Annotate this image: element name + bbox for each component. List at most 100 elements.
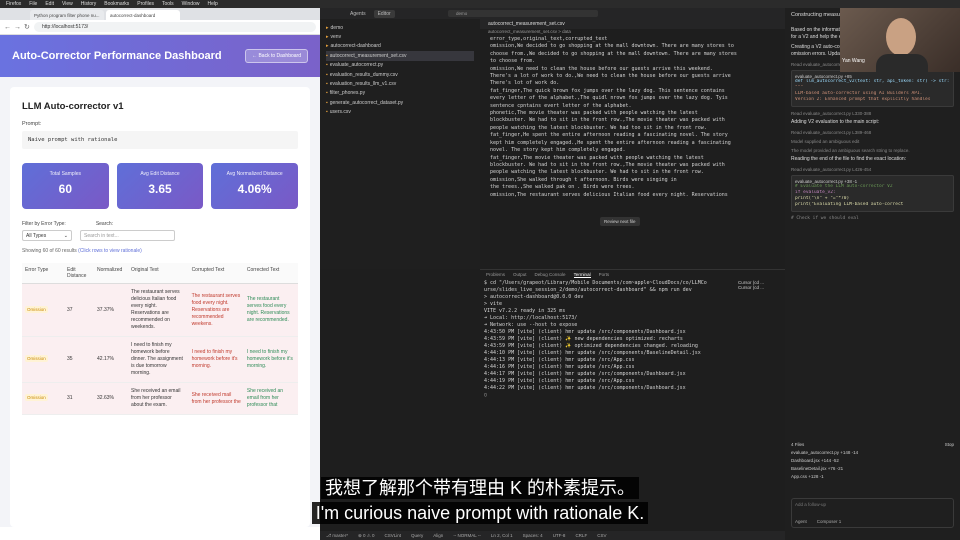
tab-agents[interactable]: Agents — [350, 11, 366, 17]
code-line: omission,She walked through t afternoon.… — [490, 176, 677, 183]
file-tree-item[interactable]: ▪ evaluate_autocorrect.py — [326, 61, 474, 70]
file-tree-item[interactable]: ▸ autocorrect-dashboard — [326, 42, 474, 51]
results-count-text: Showing 60 of 60 results — [22, 248, 77, 254]
tab-problems[interactable]: Problems — [486, 272, 505, 278]
file-tree-item[interactable]: ▪ filter_phones.py — [326, 89, 474, 98]
changed-file[interactable]: Dashboard.jsx +144 -52 — [791, 458, 954, 466]
file-tree-item[interactable]: ▪ users.csv — [326, 108, 474, 117]
file-name: venv — [330, 34, 342, 41]
stat-label: Avg Normalized Distance — [226, 171, 283, 177]
status-item[interactable]: Spaces: 4 — [523, 533, 543, 538]
status-item[interactable]: ⊗ 0 ⚠ 0 — [358, 533, 375, 539]
filter-row: All Types ⌄ Search in text... — [22, 230, 298, 241]
menu-item[interactable]: View — [62, 1, 73, 7]
code-diff-box[interactable]: evaluate_autocorrect.py +38 -1 # Evaluat… — [791, 175, 954, 212]
menu-item[interactable]: Edit — [45, 1, 54, 7]
back-arrow-icon[interactable]: ← — [4, 24, 11, 31]
agent-mode-select[interactable]: Agent — [795, 519, 807, 524]
col-error-type[interactable]: Error Type — [22, 263, 64, 284]
tab-debug-console[interactable]: Debug Console — [535, 272, 566, 278]
tab-output[interactable]: Output — [513, 272, 527, 278]
chat-message: Reading the end of the file to find the … — [791, 156, 907, 162]
file-icon: ▪ — [326, 71, 328, 78]
app-header: Auto-Corrector Performance Dashboard ← B… — [0, 35, 320, 77]
model-select[interactable]: Composer 1 — [817, 519, 842, 524]
code-tab[interactable]: autocorrect_measurement_set.csv — [480, 19, 785, 29]
tab-terminal[interactable]: Terminal — [573, 272, 591, 278]
menu-item[interactable]: Firefox — [6, 1, 21, 7]
status-item[interactable]: UTF-8 — [553, 533, 566, 538]
results-table: Error Type Edit Distance Normalized Orig… — [22, 263, 298, 415]
tool-read[interactable]: Read evaluate_autocorrect.py L389-468 — [791, 130, 954, 135]
forward-arrow-icon[interactable]: → — [14, 24, 21, 31]
file-explorer: ▸ demo ▸ venv ▸ autocorrect-dashboard ▪ autocor… — [320, 19, 480, 269]
review-next-file-button[interactable]: Review next file — [600, 217, 640, 226]
corrected-text: She received an email from her professor… — [243, 382, 298, 415]
error-type-badge: Omission — [25, 305, 48, 313]
status-item[interactable]: CSVLint — [385, 533, 402, 538]
command-search-input[interactable]: demo — [448, 10, 598, 17]
changed-file[interactable]: App.css +128 -1 — [791, 474, 954, 482]
file-tree-item[interactable]: ▸ venv — [326, 32, 474, 41]
reload-icon[interactable]: ↻ — [24, 23, 30, 31]
browser-window: Python program filter phone nu... autoco… — [0, 8, 320, 540]
table-row[interactable]: Omission 35 42.17% I need to finish my h… — [22, 336, 298, 383]
menu-item[interactable]: Profiles — [137, 1, 154, 7]
url-input[interactable]: http://localhost:5173/ — [34, 22, 316, 32]
file-name: evaluate_autocorrect.py — [329, 62, 384, 69]
file-tree-item[interactable]: ▪ generate_autocorrect_dataset.py — [326, 98, 474, 107]
panel-tabs: Problems Output Debug Console Terminal P… — [480, 270, 785, 280]
file-tree-item[interactable]: ▪ autocorrect_measurement_set.csv — [326, 51, 474, 61]
file-tree-item[interactable]: ▪ evaluation_results_dummy.csv — [326, 70, 474, 79]
status-item[interactable]: ⎇ master* — [326, 533, 348, 539]
tab-editor[interactable]: Editor — [373, 9, 395, 18]
status-item[interactable]: -- NORMAL -- — [453, 533, 481, 538]
code-line: choose from.,We decided to go shopping a… — [490, 50, 737, 57]
tool-read[interactable]: Read evaluate_autocorrect.py L330-388 — [791, 111, 954, 116]
prompt-label: Prompt: — [22, 121, 42, 127]
code-diff-box[interactable]: evaluate_autocorrect.py +85 def llm_auto… — [791, 70, 954, 107]
menu-item[interactable]: File — [29, 1, 37, 7]
terminal-line: 4:44:19 PM [vite] (client) hmr update /s… — [484, 378, 635, 384]
search-input[interactable]: Search in text... — [80, 230, 175, 241]
menu-item[interactable]: Help — [207, 1, 217, 7]
changed-file[interactable]: BaselineDetail.jsx +76 -21 — [791, 466, 954, 474]
back-to-dashboard-button[interactable]: ← Back to Dashboard — [245, 49, 308, 63]
status-item[interactable]: Align — [433, 533, 443, 538]
menu-item[interactable]: Window — [182, 1, 200, 7]
terminal-instance[interactable]: Cursor (cd ... — [738, 285, 764, 290]
browser-tab-active[interactable]: autocorrect-dashboard — [106, 10, 180, 20]
file-icon: ▪ — [326, 62, 328, 69]
col-edit-distance[interactable]: Edit Distance — [64, 263, 94, 284]
tool-read[interactable]: Read evaluate_autocorrect.py L426-454 — [791, 167, 954, 172]
code-line: kept him completely engaged.,He spent th… — [490, 139, 731, 146]
folder-icon: ▸ — [326, 34, 329, 41]
table-row[interactable]: Omission 31 32.63% She received an email… — [22, 382, 298, 415]
status-item[interactable]: Query — [411, 533, 423, 538]
status-item[interactable]: Ln 2, Col 1 — [491, 533, 513, 538]
status-item[interactable]: CSV — [597, 533, 606, 538]
file-tree-item[interactable]: ▪ evaluation_results_llm_v1.csv — [326, 79, 474, 88]
chat-input[interactable]: Add a follow-up Agent Composer 1 — [791, 498, 954, 528]
file-name: users.csv — [329, 109, 351, 116]
menu-item[interactable]: History — [81, 1, 97, 7]
menu-item[interactable]: Bookmarks — [104, 1, 129, 7]
tab-ports[interactable]: Ports — [599, 272, 610, 278]
menu-item[interactable]: Tools — [162, 1, 174, 7]
col-normalized[interactable]: Normalized — [94, 263, 128, 284]
folder-icon: ▸ — [326, 43, 329, 50]
code-line: There's a lot of work to do.,We need to … — [490, 73, 731, 80]
browser-tab[interactable]: Python program filter phone nu... — [30, 10, 104, 20]
code-lines[interactable]: error_type,original_text,corrupted_text o… — [480, 36, 785, 199]
stop-button[interactable]: Stop — [945, 442, 954, 450]
terminal-output[interactable]: $ cd "/Users/grapeot/Library/Mobile Docu… — [480, 280, 785, 399]
changed-files: 4 Files Stop evaluate_autocorrect.py +148… — [791, 442, 954, 482]
normalized: 42.17% — [94, 336, 128, 383]
status-item[interactable]: CRLF — [575, 533, 587, 538]
file-tree-item[interactable]: ▸ demo — [326, 23, 474, 32]
col-corrected: Corrected Text — [243, 263, 298, 284]
error-type-select[interactable]: All Types ⌄ — [22, 230, 72, 241]
changed-file[interactable]: evaluate_autocorrect.py +148 -14 — [791, 450, 954, 458]
edit-distance: 35 — [64, 336, 94, 383]
table-row[interactable]: Omission 37 37.37% The restaurant serves… — [22, 283, 298, 337]
